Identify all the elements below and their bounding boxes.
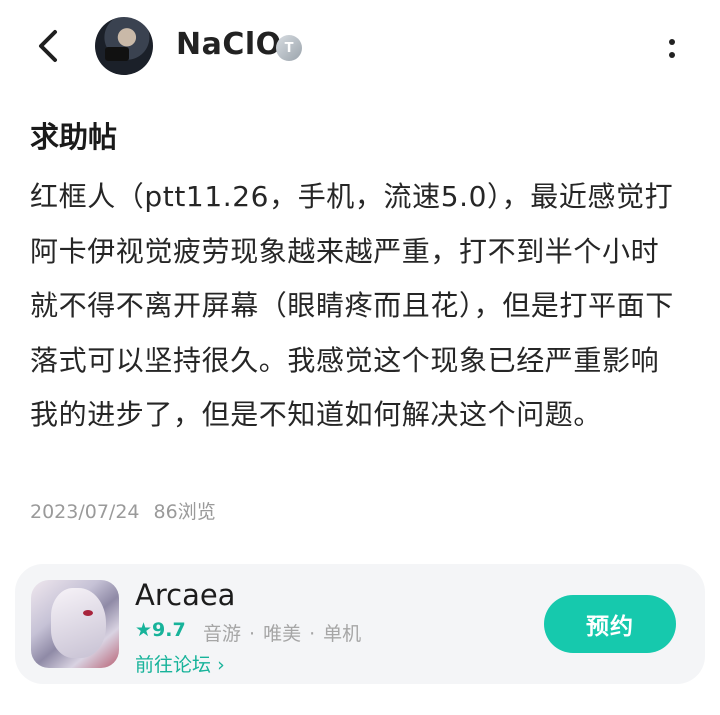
app-tags: 音游 · 唯美 · 单机	[203, 623, 362, 645]
app-rating: ★9.7	[135, 619, 186, 641]
avatar[interactable]	[95, 17, 153, 75]
chevron-right-icon: ›	[217, 654, 225, 676]
tag: 单机	[323, 623, 362, 645]
app-card[interactable]: Arcaea ★9.7 音游 · 唯美 · 单机 前往论坛 › 预约	[15, 564, 705, 684]
more-options-button[interactable]	[660, 30, 684, 66]
top-bar: NaClO T	[0, 0, 720, 95]
forum-link[interactable]: 前往论坛 ›	[135, 650, 225, 677]
tag: 唯美	[263, 623, 302, 645]
star-icon: ★	[135, 619, 153, 641]
chevron-left-icon	[39, 30, 57, 62]
rating-value: 9.7	[152, 619, 186, 641]
reserve-button[interactable]: 预约	[544, 595, 676, 653]
app-name[interactable]: Arcaea	[135, 578, 235, 612]
post-title: 求助帖	[30, 120, 118, 154]
user-badge-icon: T	[276, 35, 302, 61]
post-date: 2023/07/24	[30, 501, 140, 523]
vertical-dots-icon	[669, 38, 675, 45]
tag: 音游	[203, 623, 242, 645]
forum-link-label: 前往论坛	[135, 654, 212, 676]
post-meta: 2023/07/24 86浏览	[30, 497, 230, 524]
username[interactable]: NaClO	[176, 27, 282, 62]
post-body: 红框人（ptt11.26，手机，流速5.0），最近感觉打阿卡伊视觉疲劳现象越来越…	[30, 180, 674, 432]
back-button[interactable]	[28, 26, 68, 66]
app-icon[interactable]	[31, 580, 119, 668]
post-views: 86浏览	[153, 501, 216, 523]
